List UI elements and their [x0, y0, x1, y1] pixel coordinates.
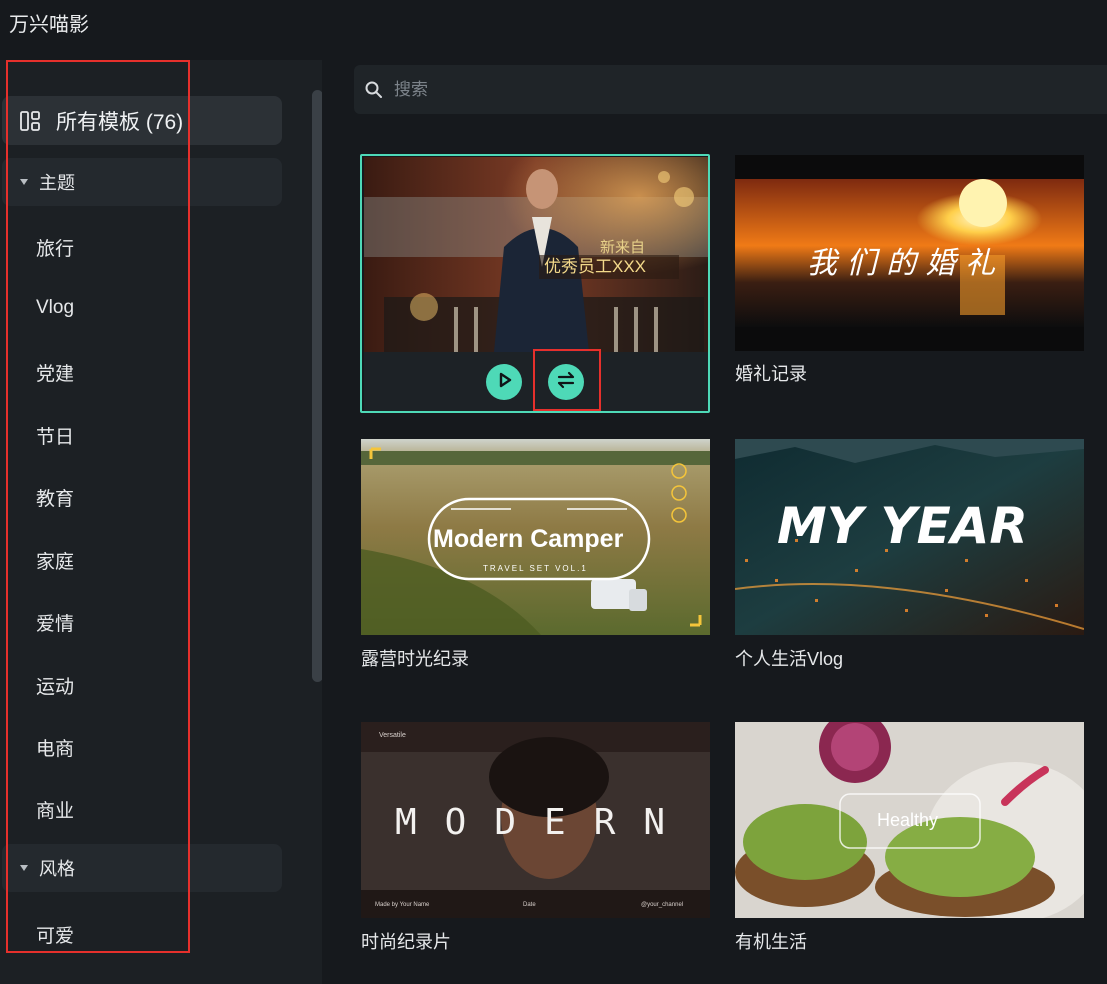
sidebar-item-ecommerce[interactable]: 电商: [36, 734, 74, 761]
sidebar-item-business[interactable]: 商业: [36, 796, 74, 823]
title-bar: 万兴喵影: [0, 0, 1107, 44]
sidebar-item-family[interactable]: 家庭: [36, 547, 74, 574]
template-title: 个人生活Vlog: [735, 649, 844, 669]
overlay-title-text: Modern Camper: [433, 525, 624, 553]
sidebar-group-style[interactable]: 风格: [2, 844, 282, 892]
overlay-title-text: MY YEAR: [777, 497, 1028, 555]
sidebar-group-label: 风格: [39, 859, 75, 879]
caret-down-icon: [20, 865, 28, 871]
search-icon: [364, 80, 384, 100]
sidebar-item-love[interactable]: 爱情: [36, 609, 74, 636]
sidebar-item-party[interactable]: 党建: [36, 359, 74, 386]
app-title: 万兴喵影: [9, 14, 89, 36]
overlay-footer-right: @your_channel: [641, 902, 683, 908]
overlay-title-text: 我 们 的 婚 礼: [807, 246, 996, 281]
sidebar-item-holiday[interactable]: 节日: [36, 422, 74, 449]
sidebar-item-travel[interactable]: 旅行: [36, 234, 74, 261]
template-thumbnail[interactable]: Healthy: [735, 722, 1084, 918]
template-thumbnail[interactable]: MY YEAR: [735, 439, 1084, 635]
sidebar-group-theme[interactable]: 主题: [2, 158, 282, 206]
layout-grid-icon: [18, 109, 42, 133]
template-title: 露营时光纪录: [361, 649, 469, 669]
overlay-small-text: Versatile: [379, 732, 406, 739]
sidebar-group-label: 主题: [39, 173, 75, 193]
overlay-footer-left: Made by Your Name: [375, 902, 430, 908]
sidebar-item-sports[interactable]: 运动: [36, 672, 74, 699]
selected-card-outline: [360, 154, 710, 413]
overlay-title-text: MODERN: [395, 802, 693, 843]
sidebar-item-vlog[interactable]: Vlog: [36, 297, 74, 319]
sidebar-item-all-templates[interactable]: 所有模板 (76): [2, 96, 282, 145]
search-bar[interactable]: [354, 65, 1107, 114]
search-input[interactable]: [392, 78, 996, 101]
sidebar-item-education[interactable]: 教育: [36, 484, 74, 511]
caret-down-icon: [20, 179, 28, 185]
template-thumbnail[interactable]: 我 们 的 婚 礼: [735, 155, 1084, 351]
template-title: 婚礼记录: [735, 364, 807, 384]
sidebar-item-cute[interactable]: 可爱: [36, 921, 74, 948]
overlay-small-text: TRAVEL SET VOL.1: [483, 564, 588, 573]
category-sidebar: 所有模板 (76) 主题 旅行 Vlog 党建 节日 教育 家庭 爱情 运动 电…: [0, 60, 323, 984]
template-thumbnail[interactable]: Modern Camper TRAVEL SET VOL.1: [361, 439, 710, 635]
sidebar-item-label: 所有模板 (76): [56, 110, 184, 134]
overlay-footer-mid: Date: [523, 902, 536, 908]
overlay-title-text: Healthy: [877, 810, 938, 830]
template-thumbnail[interactable]: Versatile MODERN Made by Your Name Date …: [361, 722, 710, 918]
template-title: 有机生活: [735, 932, 807, 952]
template-title: 时尚纪录片: [361, 932, 451, 952]
